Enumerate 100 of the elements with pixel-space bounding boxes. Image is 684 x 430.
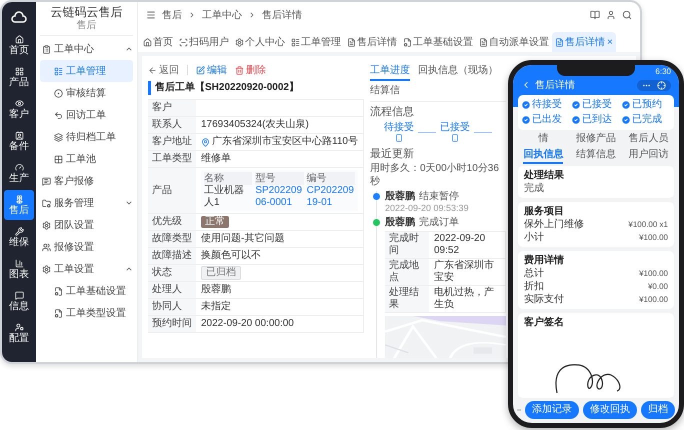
step-label: 已接受 [582,99,612,111]
page-tab[interactable]: 售后详情 × [552,32,616,52]
field-value: 殷蓉鹏 [201,284,231,296]
menu-item[interactable]: 工单管理 [40,60,133,82]
rail-item[interactable]: 首页 [4,30,34,60]
home-icon [143,38,152,46]
detail-value: 2022-09-20 09:52 [429,232,506,259]
line-label: 小计 [524,231,544,244]
menu-item[interactable]: 团队设置 [40,214,133,236]
rail-item[interactable]: 售后 [4,190,34,220]
event-action: 完成订单 [419,217,459,229]
screen-tab[interactable]: 回执信息 [523,148,564,164]
page-tab[interactable]: 工单管理 [288,32,344,52]
menu-item[interactable]: 服务管理 [40,192,133,214]
rail-item[interactable]: 信息 [4,286,34,316]
check-circle-icon [571,100,581,110]
menu-item[interactable]: 工单中心 [40,38,133,60]
check-circle-icon [621,115,631,125]
table-link[interactable]: SP20220906-0001 [255,185,304,209]
wrench-icon [14,226,24,236]
panel-tab[interactable]: 结算信 [370,81,400,101]
field-label: 联系人 [148,117,196,134]
location-pin-icon [201,138,210,146]
document-icon [555,38,564,46]
screen-title: 售后详情 [535,78,575,92]
breadcrumb-link[interactable]: 售后 [162,8,182,22]
field-label: 优先级 [148,214,196,231]
menu-item[interactable]: 待归档工单 [40,126,133,148]
screen-tab[interactable]: 用户回访 [628,148,669,164]
app-subtitle: 售后 [40,20,133,36]
edit-button[interactable]: 编辑 [196,63,227,77]
menu-item[interactable]: 审核结算 [40,82,133,104]
list-icon [54,66,63,76]
file-gear-icon [54,286,63,296]
action-button[interactable]: 修改回执 [583,401,637,419]
column-header: 名称 [204,172,252,185]
action-button[interactable]: 归档 [641,401,675,419]
section-heading: 最近更新 [370,147,415,162]
page-tab[interactable]: 首页 [140,32,176,52]
breadcrumb-link[interactable]: 工单中心 [202,8,242,22]
edit-icon [196,66,205,74]
rail-item[interactable]: 维保 [4,222,34,252]
rail-item[interactable]: 客户 [4,94,34,124]
menu-item[interactable]: 客户报修 [40,170,133,192]
section-heading: 流程信息 [370,105,415,120]
field-label: 工单类型 [148,151,196,168]
gauge-icon [14,162,24,172]
screen-tab[interactable]: 报修产品 [576,132,616,148]
page-tab[interactable]: 扫码用户 [176,32,232,52]
card-title: 服务项目 [524,205,565,218]
line-label: 实际支付 [524,293,564,306]
delete-button[interactable]: 删除 [235,63,266,77]
line-value: ¥100.00 [639,294,668,306]
chevron-up-icon [125,45,133,53]
action-button[interactable]: 添加记录 [525,401,579,419]
rail-item[interactable]: 生产 [4,158,34,188]
status-tag: 正常 [201,216,229,228]
tab-close-button[interactable]: × [607,36,613,48]
page-tab[interactable]: 个人中心 [232,32,288,52]
users-icon [42,242,51,252]
chevron-right-icon [188,11,196,19]
breadcrumb-link[interactable]: 售后详情 [262,8,302,22]
card-title: 处理结果 [524,169,565,182]
phone-icon [395,134,403,142]
table-link[interactable]: CP20220919-01 [306,185,355,209]
field-label: 协同人 [148,299,196,316]
field-label: 故障类型 [148,231,196,248]
search-icon [622,10,632,20]
rail-item[interactable]: 产品 [4,62,34,92]
screen-tab[interactable]: 售后人员 [628,132,669,148]
menu-item[interactable]: 工单池 [40,148,133,170]
panel-tab[interactable]: 工单进度 [370,61,410,81]
page-tab[interactable]: 自动派单设置 [476,32,552,52]
menu-item[interactable]: 报修设置 [40,236,133,258]
field-label: 客户 [148,100,196,117]
check-circle-icon [571,115,581,125]
rail-item[interactable]: 配置 [4,318,34,348]
field-value: 17693405324(农夫山泉) [201,119,309,131]
panel-tab[interactable]: 回执信息（现场） [418,61,498,81]
menu-item[interactable]: 工单设置 [40,258,133,280]
page-tab[interactable]: 售后详情 [344,32,400,52]
check-circle-icon [521,115,531,125]
rail-item[interactable]: 备件 [4,126,34,156]
detail-label: 完成地点 [385,259,429,286]
back-button[interactable]: 返回 [148,63,179,77]
line-value: ¥0.00 [648,281,668,293]
screen-tab[interactable]: 结算信息 [576,148,616,164]
field-value: 2022-09-20 00:00:00 [201,318,294,330]
folder-icon [42,198,51,208]
book-icon [590,10,600,20]
phone-icon [451,134,459,142]
menu-item[interactable]: 工单类型设置 [40,302,133,324]
layers-icon [54,132,63,142]
step-label: 已接受 [440,122,470,134]
screen-tab[interactable]: 情 [538,132,548,148]
menu-item[interactable]: 回访工单 [40,104,133,126]
rail-item[interactable]: 图表 [4,254,34,284]
page-tab[interactable]: 工单基础设置 [400,32,476,52]
menu-icon [146,10,156,20]
menu-item[interactable]: 工单基础设置 [40,280,133,302]
